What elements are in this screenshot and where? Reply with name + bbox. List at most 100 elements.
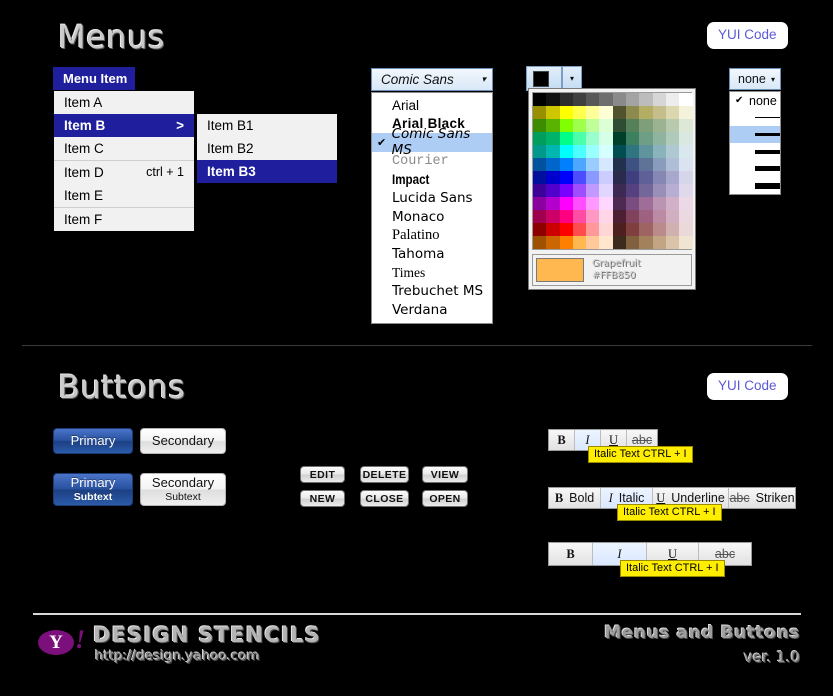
bold-button[interactable]: B bbox=[549, 430, 575, 450]
color-swatch[interactable] bbox=[626, 223, 640, 236]
color-swatch[interactable] bbox=[652, 197, 666, 210]
line-weight-select-button[interactable]: none ▾ bbox=[729, 68, 781, 90]
color-swatch[interactable] bbox=[665, 223, 680, 236]
color-swatch[interactable] bbox=[612, 158, 627, 171]
color-swatch[interactable] bbox=[665, 93, 680, 106]
font-option-comic-sans-ms[interactable]: ✔ Comic Sans MS bbox=[372, 126, 492, 158]
font-option-trebuchet-ms[interactable]: Trebuchet MS bbox=[372, 282, 492, 301]
color-swatch[interactable] bbox=[559, 132, 573, 145]
color-swatch[interactable] bbox=[599, 106, 613, 119]
color-swatch[interactable] bbox=[533, 132, 547, 145]
color-swatch[interactable] bbox=[572, 93, 587, 106]
font-option-times[interactable]: Times bbox=[372, 263, 492, 282]
submenu-item-item-b3[interactable]: Item B3 bbox=[197, 160, 337, 183]
line-weight-option-1[interactable] bbox=[730, 109, 780, 126]
line-weight-option-0[interactable]: ✔ none bbox=[730, 92, 780, 109]
color-swatch[interactable] bbox=[652, 236, 666, 249]
color-swatch[interactable] bbox=[679, 132, 693, 145]
color-swatch[interactable] bbox=[559, 158, 573, 171]
color-swatch[interactable] bbox=[626, 132, 640, 145]
color-swatch[interactable] bbox=[612, 223, 627, 236]
color-swatch[interactable] bbox=[586, 132, 600, 145]
color-swatch[interactable] bbox=[665, 236, 680, 249]
color-swatch[interactable] bbox=[665, 106, 680, 119]
color-swatch[interactable] bbox=[533, 93, 547, 106]
color-swatch[interactable] bbox=[639, 171, 653, 184]
color-swatch[interactable] bbox=[639, 106, 653, 119]
delete-button[interactable]: DELETE bbox=[360, 466, 409, 483]
color-swatch[interactable] bbox=[586, 106, 600, 119]
color-swatch[interactable] bbox=[533, 184, 547, 197]
color-swatch[interactable] bbox=[626, 236, 640, 249]
color-swatch[interactable] bbox=[599, 236, 613, 249]
color-swatch[interactable] bbox=[612, 184, 627, 197]
color-swatch[interactable] bbox=[533, 119, 547, 132]
submenu-item-item-b1[interactable]: Item B1 bbox=[197, 114, 337, 137]
menu-item-item-d[interactable]: Item D ctrl + 1 bbox=[54, 161, 194, 184]
color-swatch[interactable] bbox=[679, 184, 693, 197]
bold-button[interactable]: B bbox=[549, 543, 593, 565]
color-swatch[interactable] bbox=[639, 93, 653, 106]
color-swatch[interactable] bbox=[559, 119, 573, 132]
color-swatch[interactable] bbox=[559, 145, 573, 158]
font-option-palatino[interactable]: Palatino bbox=[372, 226, 492, 245]
color-swatch[interactable] bbox=[572, 158, 587, 171]
color-swatch[interactable] bbox=[572, 171, 587, 184]
menu-item-item-e[interactable]: Item E bbox=[54, 184, 194, 207]
color-swatch[interactable] bbox=[599, 158, 613, 171]
color-swatch[interactable] bbox=[665, 210, 680, 223]
line-weight-option-3[interactable] bbox=[730, 143, 780, 160]
color-swatch[interactable] bbox=[639, 210, 653, 223]
color-swatch[interactable] bbox=[639, 184, 653, 197]
color-swatch[interactable] bbox=[599, 197, 613, 210]
color-swatch[interactable] bbox=[599, 119, 613, 132]
color-swatch[interactable] bbox=[679, 210, 693, 223]
color-swatch[interactable] bbox=[626, 171, 640, 184]
color-swatch[interactable] bbox=[559, 223, 573, 236]
color-swatch[interactable] bbox=[572, 223, 587, 236]
color-swatch[interactable] bbox=[652, 223, 666, 236]
color-swatch[interactable] bbox=[612, 197, 627, 210]
font-option-verdana[interactable]: Verdana bbox=[372, 301, 492, 320]
open-button[interactable]: OPEN bbox=[422, 490, 468, 507]
color-swatch[interactable] bbox=[652, 171, 666, 184]
color-swatch[interactable] bbox=[572, 184, 587, 197]
font-option-impact[interactable]: Impact bbox=[372, 170, 492, 189]
color-swatch[interactable] bbox=[533, 210, 547, 223]
primary-button[interactable]: Primary bbox=[53, 428, 133, 454]
color-swatch[interactable] bbox=[652, 184, 666, 197]
close-button[interactable]: CLOSE bbox=[360, 490, 409, 507]
font-option-tahoma[interactable]: Tahoma bbox=[372, 245, 492, 264]
color-swatch-grid[interactable] bbox=[532, 92, 693, 250]
color-swatch[interactable] bbox=[546, 236, 560, 249]
menu-bar-item[interactable]: Menu Item bbox=[53, 67, 135, 93]
color-swatch[interactable] bbox=[665, 184, 680, 197]
color-swatch[interactable] bbox=[679, 158, 693, 171]
color-swatch[interactable] bbox=[626, 158, 640, 171]
color-swatch[interactable] bbox=[546, 197, 560, 210]
color-swatch[interactable] bbox=[665, 158, 680, 171]
menu-item-item-f[interactable]: Item F bbox=[54, 208, 194, 231]
color-swatch[interactable] bbox=[546, 119, 560, 132]
color-swatch[interactable] bbox=[559, 171, 573, 184]
color-swatch[interactable] bbox=[599, 171, 613, 184]
color-swatch[interactable] bbox=[626, 106, 640, 119]
color-swatch[interactable] bbox=[533, 106, 547, 119]
new-button[interactable]: NEW bbox=[300, 490, 345, 507]
color-swatch[interactable] bbox=[639, 197, 653, 210]
color-swatch[interactable] bbox=[679, 236, 693, 249]
color-swatch[interactable] bbox=[572, 132, 587, 145]
menu-item-item-b[interactable]: Item B > bbox=[54, 114, 194, 137]
menu-item-item-a[interactable]: Item A bbox=[54, 91, 194, 114]
color-swatch[interactable] bbox=[572, 145, 587, 158]
color-swatch[interactable] bbox=[559, 236, 573, 249]
color-swatch[interactable] bbox=[599, 132, 613, 145]
font-select-button[interactable]: Comic Sans ▾ bbox=[371, 68, 493, 91]
color-swatch[interactable] bbox=[546, 93, 560, 106]
color-swatch[interactable] bbox=[652, 158, 666, 171]
color-swatch[interactable] bbox=[599, 145, 613, 158]
color-swatch[interactable] bbox=[612, 93, 627, 106]
color-swatch[interactable] bbox=[586, 210, 600, 223]
color-swatch[interactable] bbox=[546, 106, 560, 119]
submenu-item-item-b2[interactable]: Item B2 bbox=[197, 137, 337, 160]
